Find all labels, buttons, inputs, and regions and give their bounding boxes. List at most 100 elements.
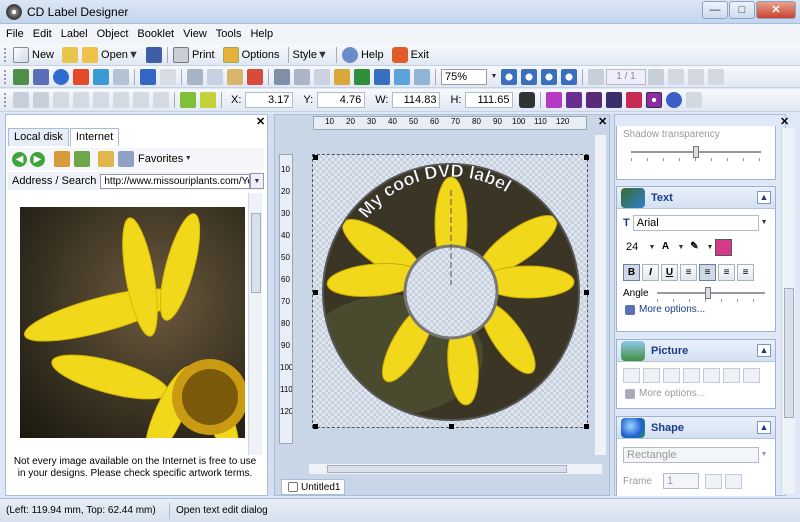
open-button[interactable]: Open ▼ [80,46,139,63]
menu-booklet[interactable]: Booklet [137,28,174,40]
dvd-label-icon[interactable] [666,92,683,108]
shadow-transparency-slider[interactable] [631,146,761,161]
paste-icon[interactable] [227,68,243,85]
align-center-icon[interactable] [73,92,89,108]
zoom-fit-icon[interactable] [541,68,557,85]
canvas-horizontal-scrollbar[interactable] [308,463,603,475]
width-field[interactable]: 114.83 [392,92,441,108]
x-field[interactable]: 3.17 [245,92,294,108]
text-color-button[interactable]: A [657,239,674,256]
align-right-text-icon[interactable]: ≡ [718,264,735,281]
forward-arrow-icon[interactable]: ▶ [30,151,45,167]
menu-view[interactable]: View [183,28,207,40]
cut-icon[interactable] [187,68,203,85]
lock-ratio-icon[interactable] [519,92,536,108]
align-icon[interactable] [314,68,330,85]
scrollbar-thumb[interactable] [784,288,794,418]
properties-scrollbar[interactable] [781,128,795,494]
toolbar-grip[interactable] [4,93,7,107]
collapse-chevron-icon[interactable]: ▲ [757,344,771,357]
insert-tracklist-icon[interactable] [113,68,129,85]
insert-shape-icon[interactable] [53,68,69,85]
save-icon[interactable] [145,46,162,63]
options-button[interactable]: Options [221,46,279,63]
lock-object-icon[interactable] [334,68,350,85]
booklet-icon[interactable] [606,92,623,108]
document-tab[interactable]: Untitled1 [281,479,346,495]
toolbar-grip[interactable] [4,69,7,84]
wizard-icon[interactable] [62,46,79,63]
zoom-in-icon[interactable] [501,68,517,85]
chevron-down-icon[interactable]: ▼ [705,240,715,256]
cd-label-icon[interactable] [646,92,663,108]
refresh-icon[interactable] [74,151,90,167]
undo-icon[interactable] [140,68,156,85]
redo-icon[interactable] [160,68,176,85]
send-back-icon[interactable] [374,68,390,85]
align-left-icon[interactable] [53,92,69,108]
ungroup-objects-icon[interactable] [200,92,216,108]
close-panel-icon[interactable]: ✕ [256,115,265,128]
underline-button[interactable]: U [661,264,678,281]
back-arrow-icon[interactable]: ◀ [12,151,27,167]
zoom-field[interactable]: 75% [441,68,487,85]
align-left-text-icon[interactable]: ≡ [680,264,697,281]
zoom-out-icon[interactable] [521,68,537,85]
collapse-chevron-icon[interactable]: ▲ [757,421,771,434]
rotate-icon[interactable] [708,68,724,85]
address-dropdown-icon[interactable]: ▼ [250,173,264,189]
send-backward-icon[interactable] [414,68,430,85]
chevron-down-icon[interactable]: ▼ [647,240,657,256]
collapse-chevron-icon[interactable]: ▲ [757,191,771,204]
text-effect-icon[interactable] [715,239,732,256]
tab-local-disk[interactable]: Local disk [8,128,69,146]
menu-object[interactable]: Object [97,28,129,40]
group-objects-icon[interactable] [180,92,196,108]
prev-page-icon[interactable] [588,68,604,85]
angle-slider[interactable] [657,287,765,302]
minimize-button[interactable]: — [702,1,728,19]
align-center-text-icon[interactable]: ≡ [699,264,716,281]
insert-text-icon[interactable] [33,68,49,85]
favorites-icon[interactable] [118,151,134,167]
mini-cd-icon[interactable] [686,92,703,108]
menu-edit[interactable]: Edit [33,28,52,40]
font-select[interactable]: Arial [632,215,760,231]
bring-front-icon[interactable] [354,68,370,85]
ungroup-icon[interactable] [294,68,310,85]
menu-tools[interactable]: Tools [216,28,242,40]
last-page-icon[interactable] [688,68,704,85]
dvd-label-artboard[interactable]: My cool DVD label [312,154,589,429]
maximize-button[interactable]: □ [729,1,755,19]
text-more-options-link[interactable]: More options... [617,301,775,318]
align-width-icon[interactable] [13,92,29,108]
insert-barcode-icon[interactable] [73,68,89,85]
toolbar-grip[interactable] [4,47,7,62]
align-bottom-icon[interactable] [153,92,169,108]
home-icon[interactable] [54,151,70,167]
group-icon[interactable] [274,68,290,85]
chevron-down-icon[interactable]: ▼ [759,215,769,231]
canvas-vertical-scrollbar[interactable] [594,135,606,455]
left-panel-scrollbar[interactable] [248,193,262,455]
exit-button[interactable]: Exit [390,46,429,63]
close-canvas-icon[interactable]: ✕ [598,115,607,128]
first-page-icon[interactable] [668,68,684,85]
print-button[interactable]: Print [171,46,215,63]
y-field[interactable]: 4.76 [317,92,366,108]
align-right-icon[interactable] [93,92,109,108]
scrollbar-thumb[interactable] [251,213,261,293]
chevron-down-icon[interactable]: ▼ [676,240,686,256]
height-field[interactable]: 111.65 [465,92,514,108]
align-height-icon[interactable] [33,92,49,108]
download-icon[interactable] [98,151,114,167]
menu-file[interactable]: File [6,28,24,40]
inlay-icon[interactable] [626,92,643,108]
bring-forward-icon[interactable] [394,68,410,85]
help-button[interactable]: Help [340,46,384,63]
menu-help[interactable]: Help [250,28,273,40]
highlight-pen-icon[interactable]: ✎ [686,239,703,256]
copy-icon[interactable] [207,68,223,85]
close-properties-icon[interactable]: ✕ [780,115,789,128]
favorites-menu[interactable]: Favorites [138,153,183,165]
